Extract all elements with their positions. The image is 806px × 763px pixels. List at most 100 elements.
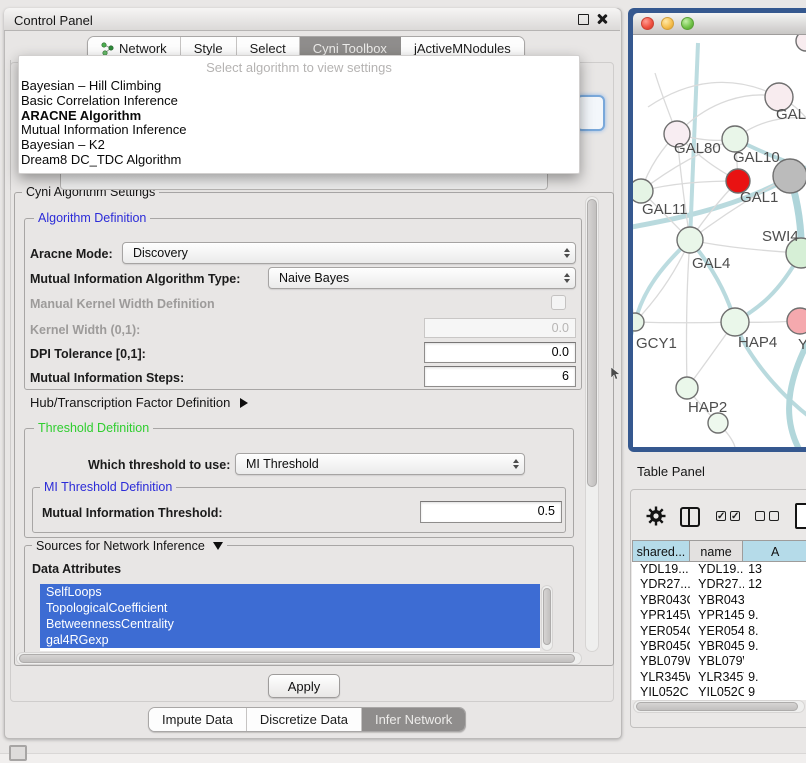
minimize-traffic-light-icon[interactable]: [661, 17, 674, 30]
zoom-traffic-light-icon[interactable]: [681, 17, 694, 30]
scrollbar-thumb[interactable]: [636, 702, 798, 711]
table-cell: 9.: [744, 670, 806, 685]
table-horizontal-scrollbar[interactable]: [633, 700, 805, 713]
network-canvas[interactable]: GALGAL80GAL10GAL1GAL11SWI4GAL4GCY1HAP4YH…: [633, 35, 806, 447]
column-view-icon[interactable]: [680, 507, 700, 527]
scrollbar-thumb[interactable]: [587, 199, 597, 487]
table-row[interactable]: YBR045CYBR045C9.: [632, 639, 806, 654]
table-cell: 12: [744, 577, 806, 592]
algorithm-option-aracne-algorithm[interactable]: ARACNE Algorithm: [19, 109, 579, 124]
table-row[interactable]: YPR145WYPR145W9.: [632, 608, 806, 623]
settings-vertical-scrollbar[interactable]: [585, 196, 599, 652]
scrollbar-thumb[interactable]: [19, 654, 575, 663]
table-row[interactable]: YIL052CYIL052C9: [632, 685, 806, 700]
control-panel-titlebar[interactable]: [4, 8, 620, 31]
network-node-gal11[interactable]: [633, 179, 653, 203]
network-node-hap4[interactable]: [721, 308, 749, 336]
mi-threshold-label: Mutual Information Threshold:: [42, 506, 223, 520]
algorithm-dropdown-placeholder: Select algorithm to view settings: [19, 56, 579, 75]
attribute-item-betweennesscentrality[interactable]: BetweennessCentrality: [40, 616, 540, 632]
settings-horizontal-scrollbar[interactable]: [16, 652, 582, 665]
algorithm-option-bayesian-k2[interactable]: Bayesian – K2: [19, 138, 579, 153]
network-node[interactable]: [796, 35, 806, 51]
table-row[interactable]: YBL079WYBL079W: [632, 654, 806, 669]
combo-stepper-icon: [513, 459, 519, 469]
hub-definition-section[interactable]: Hub/Transcription Factor Definition: [30, 395, 248, 410]
table-options-gear-icon[interactable]: [646, 506, 666, 531]
float-window-icon[interactable]: [578, 14, 589, 25]
hub-definition-label: Hub/Transcription Factor Definition: [30, 395, 230, 410]
table-row[interactable]: YBR043CYBR043C: [632, 593, 806, 608]
data-attributes-list[interactable]: SelfLoopsTopologicalCoefficientBetweenne…: [40, 584, 540, 651]
scrollbar-thumb[interactable]: [543, 588, 551, 645]
aracne-mode-combo[interactable]: Discovery: [122, 242, 576, 264]
bottom-tab-impute-data[interactable]: Impute Data: [149, 708, 247, 731]
table-cell: 9.: [744, 608, 806, 623]
focused-button-partial[interactable]: [576, 95, 605, 131]
kernel-width-input[interactable]: 0.0: [424, 318, 576, 338]
bottom-tab-infer-network[interactable]: Infer Network: [362, 708, 465, 731]
apply-button[interactable]: Apply: [268, 674, 340, 698]
table-cell: [744, 593, 806, 608]
combo-stepper-icon: [564, 273, 570, 283]
collapsed-panel-icon[interactable]: [9, 745, 27, 761]
network-node-hap2[interactable]: [676, 377, 698, 399]
table-cell: 9: [744, 685, 806, 700]
expand-arrow-icon[interactable]: [240, 398, 248, 408]
mi-algorithm-type-value: Naive Bayes: [279, 271, 349, 285]
close-traffic-light-icon[interactable]: [641, 17, 654, 30]
mi-steps-input[interactable]: 6: [424, 366, 576, 387]
table-cell: YDL19...: [632, 562, 690, 577]
network-node-gcy1[interactable]: [633, 313, 644, 331]
close-panel-icon[interactable]: [595, 12, 608, 25]
network-node-gal4[interactable]: [677, 227, 703, 253]
table-row[interactable]: YDR27...YDR27...12: [632, 577, 806, 592]
bottom-tab-bar: Impute DataDiscretize DataInfer Network: [148, 707, 466, 732]
hide-columns-icon[interactable]: [755, 511, 779, 521]
algorithm-option-dream8-dc-tdc-algorithm[interactable]: Dream8 DC_TDC Algorithm: [19, 153, 579, 168]
table-body[interactable]: YDL19...YDL19...13YDR27...YDR27...12YBR0…: [632, 562, 806, 700]
column-header-name[interactable]: name: [690, 540, 743, 562]
which-threshold-combo[interactable]: MI Threshold: [235, 453, 525, 475]
data-attributes-label: Data Attributes: [32, 562, 121, 576]
control-panel-title: Control Panel: [14, 13, 93, 28]
attribute-item-selfloops[interactable]: SelfLoops: [40, 584, 540, 600]
table-cell: YER054C: [690, 624, 744, 639]
attribute-item-topologicalcoefficient[interactable]: TopologicalCoefficient: [40, 600, 540, 616]
network-node[interactable]: [773, 159, 806, 193]
sources-group-header[interactable]: Sources for Network Inference: [32, 539, 227, 553]
combo-stepper-icon: [564, 248, 570, 258]
dpi-tolerance-input[interactable]: 0.0: [424, 342, 576, 363]
table-cell: YDR27...: [690, 577, 744, 592]
table-row[interactable]: YDL19...YDL19...13: [632, 562, 806, 577]
mi-algorithm-type-combo[interactable]: Naive Bayes: [268, 267, 576, 289]
attribute-item-gal4rgexp[interactable]: gal4RGexp: [40, 632, 540, 648]
attribute-list-scrollbar[interactable]: [541, 585, 553, 651]
network-node[interactable]: [708, 413, 728, 433]
algorithm-dropdown-popup: Select algorithm to view settings Bayesi…: [18, 55, 580, 174]
column-header-shared[interactable]: shared...: [632, 540, 690, 562]
table-cell: YPR145W: [632, 608, 690, 623]
collapse-arrow-icon[interactable]: [213, 542, 223, 550]
network-window-titlebar[interactable]: [633, 13, 806, 35]
show-selected-columns-icon[interactable]: ✓ ✓: [716, 511, 740, 521]
bottom-tab-discretize-data[interactable]: Discretize Data: [247, 708, 362, 731]
table-row[interactable]: YER054CYER054C8.: [632, 624, 806, 639]
network-node-y[interactable]: [787, 308, 806, 334]
file-icon[interactable]: [795, 503, 806, 529]
table-row[interactable]: YLR345WYLR345W9.: [632, 670, 806, 685]
table-cell: 13: [744, 562, 806, 577]
which-threshold-value: MI Threshold: [246, 457, 319, 471]
algorithm-option-bayesian-hill-climbing[interactable]: Bayesian – Hill Climbing: [19, 79, 579, 94]
checked-checkbox-icon: ✓: [716, 511, 726, 521]
table-panel-title: Table Panel: [637, 464, 705, 479]
algorithm-option-list: Bayesian – Hill ClimbingBasic Correlatio…: [19, 79, 579, 168]
algorithm-option-mutual-information-inference[interactable]: Mutual Information Inference: [19, 123, 579, 138]
table-cell: YDL19...: [690, 562, 744, 577]
mi-threshold-input[interactable]: 0.5: [420, 501, 562, 523]
column-header-a[interactable]: A: [743, 540, 806, 562]
manual-kernel-checkbox[interactable]: [551, 295, 566, 310]
table-cell: YPR145W: [690, 608, 744, 623]
algorithm-option-basic-correlation-inference[interactable]: Basic Correlation Inference: [19, 94, 579, 109]
node-label-gcy1: GCY1: [636, 335, 677, 352]
